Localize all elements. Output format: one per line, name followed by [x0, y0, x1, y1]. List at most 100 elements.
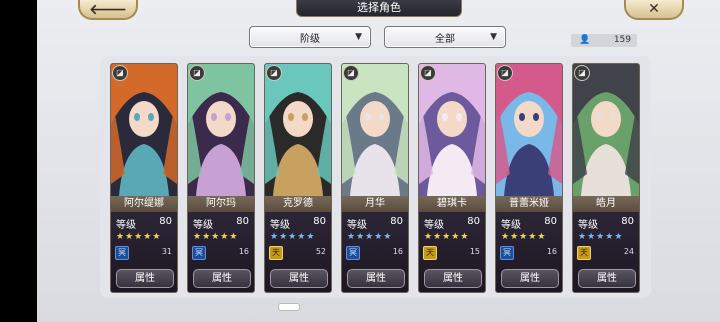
star-icon: ★ — [424, 232, 433, 242]
star-icon: ★ — [578, 232, 587, 242]
character-card[interactable]: ◪ 碧琪卡 等级 80 ★ ★ ★ ★ ★ 天 15 属性 — [418, 63, 486, 293]
level-label: 等级 — [193, 220, 213, 231]
star-icon: ★ — [306, 232, 315, 242]
character-name: 阿尔缇娜 — [111, 196, 177, 212]
character-name: 普蕾米娅 — [496, 196, 562, 212]
attribute-button[interactable]: 属性 — [116, 269, 174, 288]
count-value: 159 — [613, 35, 631, 45]
character-portrait — [573, 64, 639, 196]
character-count: 👤 159 — [571, 34, 637, 47]
star-icon: ★ — [152, 232, 161, 242]
character-card[interactable]: ◪ 普蕾米娅 等级 80 ★ ★ ★ ★ ★ 冥 16 属性 — [495, 63, 563, 293]
element-icon: ◪ — [189, 65, 205, 81]
element-icon: ◪ — [574, 65, 590, 81]
rank-filter-dropdown[interactable]: 阶级 ▼ — [249, 26, 371, 48]
star-icon: ★ — [519, 232, 528, 242]
star-icon: ★ — [270, 232, 279, 242]
close-icon: ✕ — [648, 1, 660, 17]
star-rating: ★ ★ ★ ★ ★ — [578, 232, 636, 242]
level-value: 80 — [621, 216, 634, 227]
star-icon: ★ — [460, 232, 469, 242]
back-arrow-icon: 🡐 — [89, 1, 127, 18]
star-rating: ★ ★ ★ ★ ★ — [193, 232, 251, 242]
character-portrait — [496, 64, 562, 196]
character-portrait — [111, 64, 177, 196]
star-icon: ★ — [528, 232, 537, 242]
star-icon: ★ — [365, 232, 374, 242]
star-icon: ★ — [501, 232, 510, 242]
star-icon: ★ — [211, 232, 220, 242]
level-label: 等级 — [347, 220, 367, 231]
star-icon: ★ — [288, 232, 297, 242]
level-label: 等级 — [270, 220, 290, 231]
level-label: 等级 — [424, 220, 444, 231]
level-value: 80 — [236, 216, 249, 227]
back-button[interactable]: 🡐 — [78, 0, 138, 20]
class-icon: 天 — [577, 246, 591, 260]
attribute-button[interactable]: 属性 — [347, 269, 405, 288]
chevron-down-icon: ▼ — [355, 32, 362, 42]
class-icon: 冥 — [500, 246, 514, 260]
element-icon: ◪ — [112, 65, 128, 81]
star-icon: ★ — [374, 232, 383, 242]
star-icon: ★ — [433, 232, 442, 242]
category-filter-label: 全部 — [435, 33, 455, 45]
rank-filter-label: 阶级 — [300, 33, 320, 45]
star-icon: ★ — [347, 232, 356, 242]
character-number: 16 — [238, 247, 249, 256]
class-icon: 冥 — [192, 246, 206, 260]
class-icon: 天 — [423, 246, 437, 260]
character-number: 16 — [392, 247, 403, 256]
character-name: 月华 — [342, 196, 408, 212]
class-icon: 冥 — [115, 246, 129, 260]
star-icon: ★ — [193, 232, 202, 242]
category-filter-dropdown[interactable]: 全部 ▼ — [384, 26, 506, 48]
star-rating: ★ ★ ★ ★ ★ — [270, 232, 328, 242]
star-icon: ★ — [143, 232, 152, 242]
element-icon: ◪ — [497, 65, 513, 81]
character-card[interactable]: ◪ 月华 等级 80 ★ ★ ★ ★ ★ 冥 16 属性 — [341, 63, 409, 293]
character-card[interactable]: ◪ 克罗德 等级 80 ★ ★ ★ ★ ★ 天 52 属性 — [264, 63, 332, 293]
page-title: 选择角色 — [296, 0, 462, 17]
character-portrait — [342, 64, 408, 196]
character-card[interactable]: ◪ 阿尔玛 等级 80 ★ ★ ★ ★ ★ 冥 16 属性 — [187, 63, 255, 293]
star-icon: ★ — [451, 232, 460, 242]
star-rating: ★ ★ ★ ★ ★ — [347, 232, 405, 242]
chevron-down-icon: ▼ — [490, 32, 497, 42]
character-name: 克罗德 — [265, 196, 331, 212]
star-icon: ★ — [229, 232, 238, 242]
star-icon: ★ — [614, 232, 623, 242]
star-icon: ★ — [596, 232, 605, 242]
character-info: 等级 80 ★ ★ ★ ★ ★ 天 24 属性 — [573, 212, 639, 292]
character-card[interactable]: ◪ 阿尔缇娜 等级 80 ★ ★ ★ ★ ★ 冥 31 属性 — [110, 63, 178, 293]
star-icon: ★ — [587, 232, 596, 242]
close-button[interactable]: ✕ — [624, 0, 684, 20]
level-label: 等级 — [578, 220, 598, 231]
attribute-button[interactable]: 属性 — [578, 269, 636, 288]
character-info: 等级 80 ★ ★ ★ ★ ★ 天 52 属性 — [265, 212, 331, 292]
element-icon: ◪ — [266, 65, 282, 81]
star-icon: ★ — [605, 232, 614, 242]
character-card[interactable]: ◪ 皓月 等级 80 ★ ★ ★ ★ ★ 天 24 属性 — [572, 63, 640, 293]
character-info: 等级 80 ★ ★ ★ ★ ★ 冥 16 属性 — [342, 212, 408, 292]
star-icon: ★ — [125, 232, 134, 242]
star-icon: ★ — [134, 232, 143, 242]
level-label: 等级 — [116, 220, 136, 231]
attribute-button[interactable]: 属性 — [501, 269, 559, 288]
star-rating: ★ ★ ★ ★ ★ — [501, 232, 559, 242]
character-number: 15 — [469, 247, 480, 256]
star-icon: ★ — [297, 232, 306, 242]
level-value: 80 — [390, 216, 403, 227]
scroll-indicator[interactable] — [278, 303, 300, 311]
attribute-button[interactable]: 属性 — [270, 269, 328, 288]
attribute-button[interactable]: 属性 — [424, 269, 482, 288]
star-icon: ★ — [537, 232, 546, 242]
character-portrait — [419, 64, 485, 196]
star-icon: ★ — [383, 232, 392, 242]
character-number: 52 — [315, 247, 326, 256]
class-icon: 天 — [269, 246, 283, 260]
left-bezel — [0, 0, 37, 322]
attribute-button[interactable]: 属性 — [193, 269, 251, 288]
character-info: 等级 80 ★ ★ ★ ★ ★ 冥 31 属性 — [111, 212, 177, 292]
star-icon: ★ — [116, 232, 125, 242]
